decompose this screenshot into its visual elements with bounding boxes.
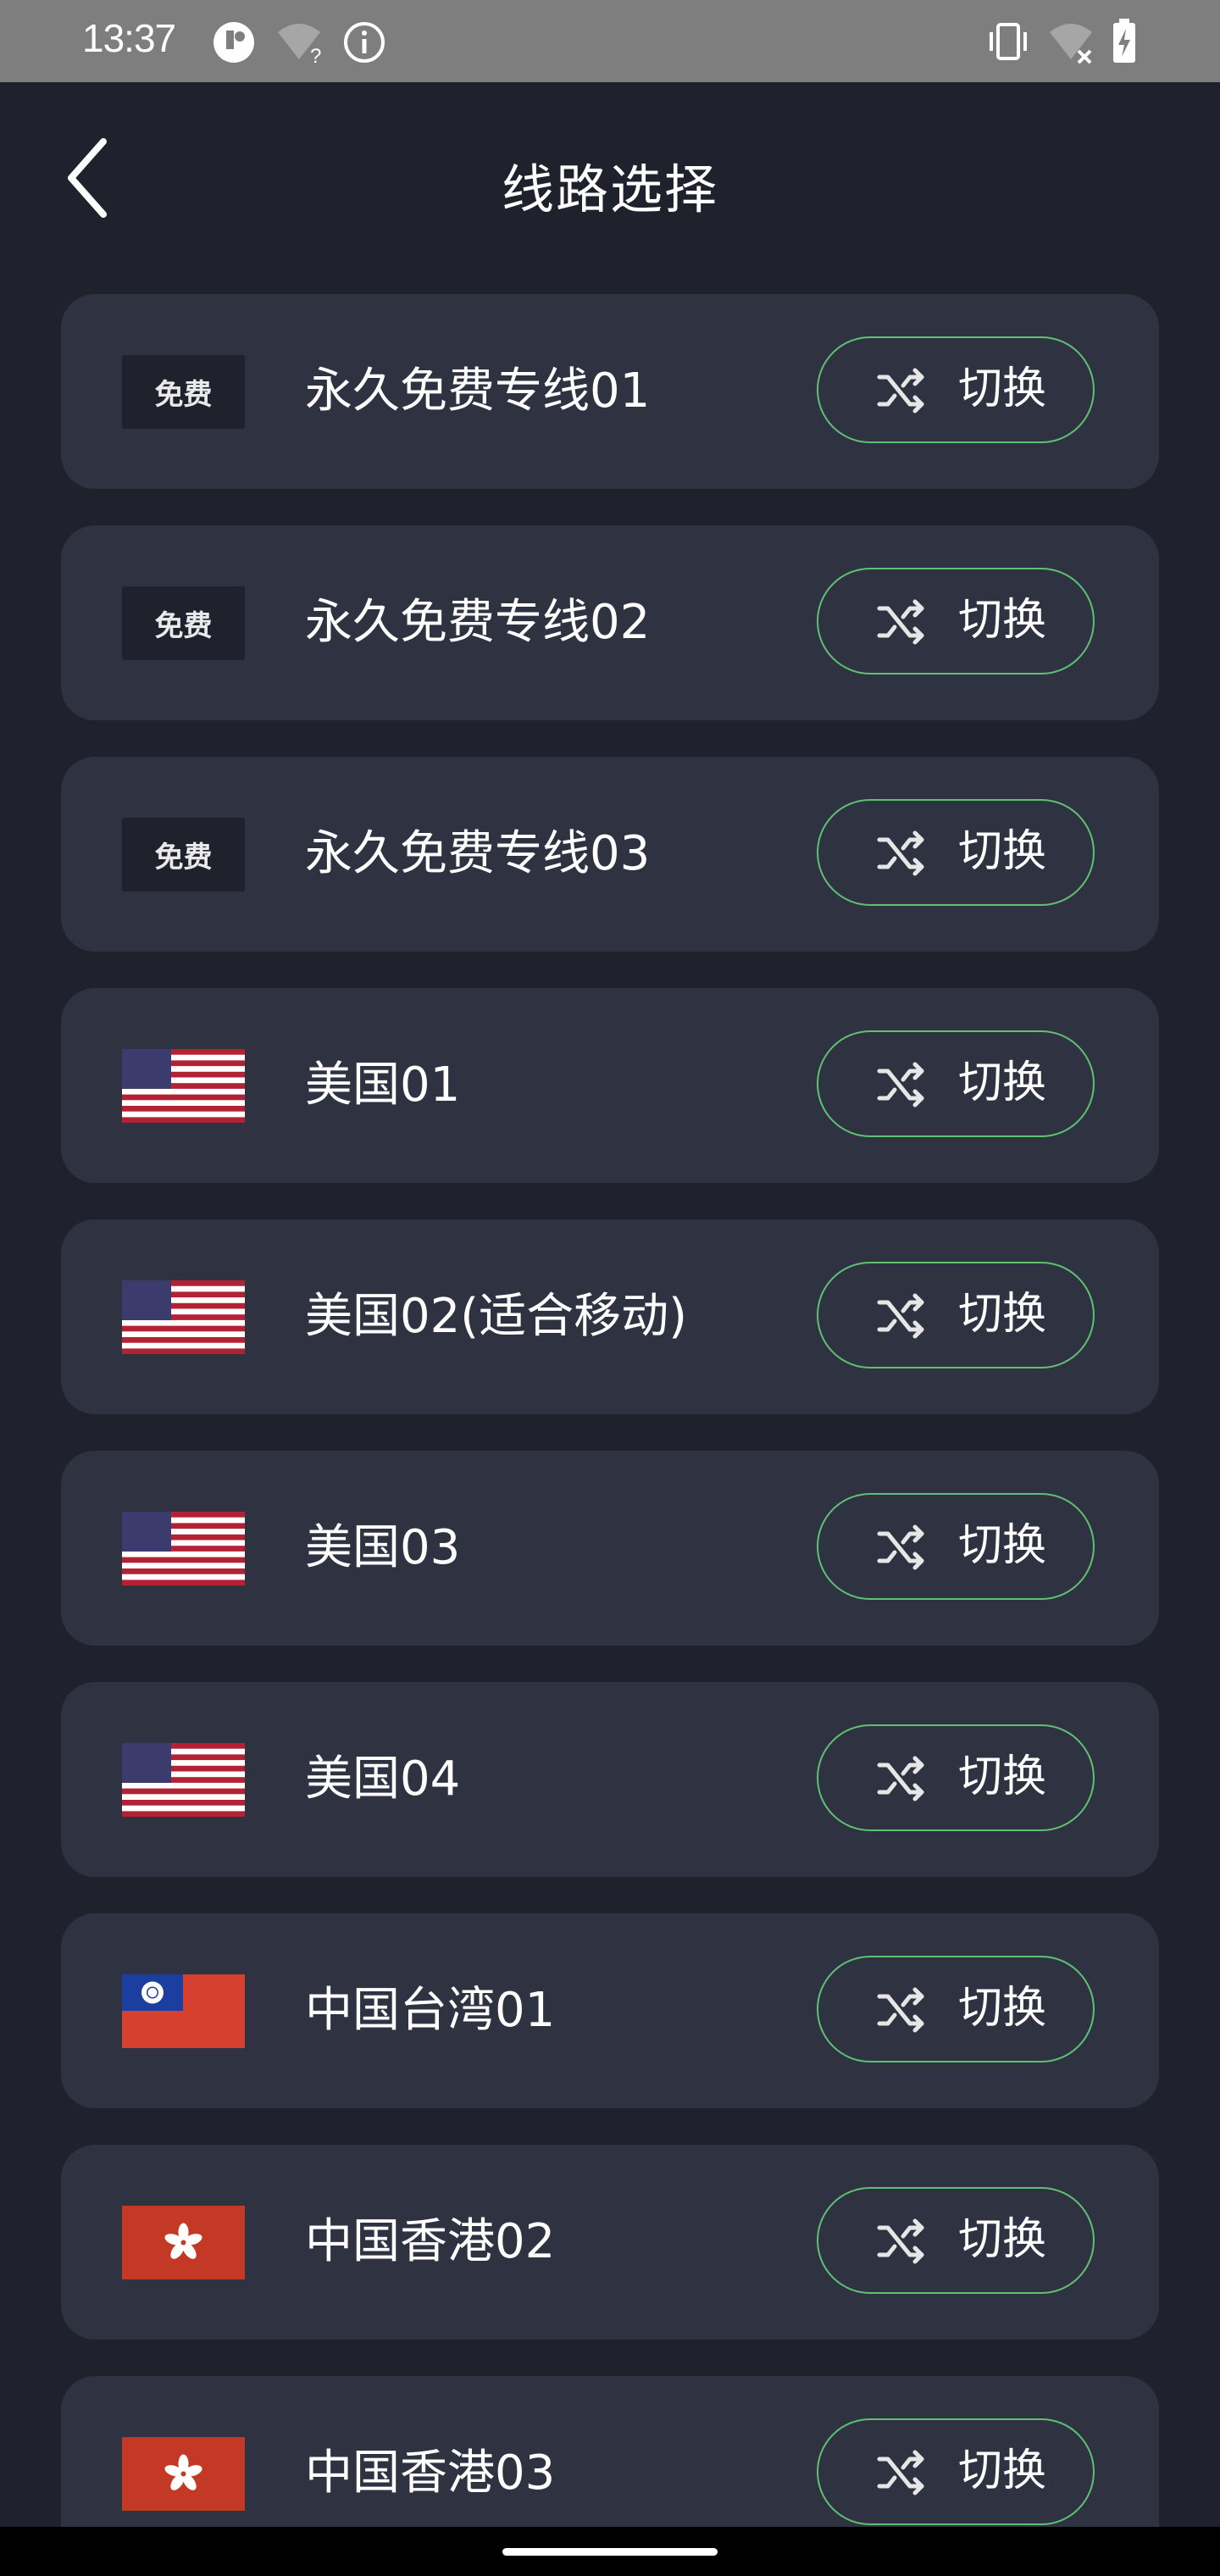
status-time: 13:37 [82,16,176,60]
switch-label: 切换 [958,1058,1047,1108]
page-title: 线路选择 [501,158,718,220]
shuffle-icon [877,1756,924,1802]
wifi-question-icon: ? [278,24,321,64]
shuffle-icon [877,1524,924,1570]
switch-button[interactable]: 切换 [817,1262,1095,1368]
route-name: 中国台湾01 [305,1983,556,2038]
route-row: 中国台湾01 切换 [61,1913,1159,2108]
switch-button[interactable]: 切换 [817,1493,1095,1600]
hongkong-flag-icon [122,2437,245,2511]
switch-label: 切换 [958,1752,1047,1802]
free-badge: 免费 [122,818,245,891]
route-row: 中国香港03 切换 [61,2376,1159,2527]
switch-button[interactable]: 切换 [817,568,1095,675]
shuffle-icon [877,1987,924,2033]
route-name: 美国01 [305,1058,461,1113]
shuffle-icon [877,830,924,876]
switch-label: 切换 [958,1520,1047,1571]
free-badge: 免费 [122,586,245,660]
status-bar: 13:37 ? [0,0,1220,82]
switch-button[interactable]: 切换 [817,1030,1095,1137]
route-row: 美国03 切换 [61,1451,1159,1646]
switch-button[interactable]: 切换 [817,1724,1095,1831]
us-flag-icon [122,1280,245,1354]
us-flag-icon [122,1512,245,1585]
shuffle-icon [877,2218,924,2264]
us-flag-icon [122,1743,245,1817]
shuffle-icon [877,1062,924,1108]
system-nav-bar [0,2527,1220,2576]
switch-label: 切换 [958,1289,1047,1340]
switch-label: 切换 [958,595,1047,646]
info-icon [344,22,385,63]
route-row: 美国01 切换 [61,988,1159,1183]
battery-charging-icon [1113,19,1135,63]
switch-button[interactable]: 切换 [817,336,1095,443]
switch-label: 切换 [958,2446,1047,2496]
wifi-off-icon [1050,24,1092,64]
switch-label: 切换 [958,364,1047,414]
route-name: 美国04 [305,1752,461,1807]
switch-label: 切换 [958,1983,1047,2034]
svg-text:?: ? [310,45,321,64]
home-indicator[interactable] [502,2548,718,2556]
shuffle-icon [877,599,924,645]
route-row: 免费 永久免费专线01 切换 [61,294,1159,489]
route-name: 美国03 [305,1520,461,1575]
shuffle-icon [877,1293,924,1339]
shuffle-icon [877,2450,924,2496]
route-row: 免费 永久免费专线02 切换 [61,525,1159,720]
shuffle-icon [877,368,924,414]
route-name: 中国香港02 [305,2214,556,2269]
switch-label: 切换 [958,826,1047,877]
route-name: 中国香港03 [305,2446,556,2501]
us-flag-icon [122,1049,245,1123]
header: 线路选择 [0,82,1220,286]
route-name: 美国02(适合移动) [305,1289,687,1344]
route-name: 永久免费专线02 [305,595,651,650]
route-list[interactable]: 免费 永久免费专线01 切换 免费 永久免费专线02 切换 免费 永久免费专线0… [61,294,1159,2527]
switch-button[interactable]: 切换 [817,1956,1095,2062]
route-row: 美国04 切换 [61,1682,1159,1877]
hongkong-flag-icon [122,2206,245,2279]
switch-label: 切换 [958,2214,1047,2265]
route-row: 中国香港02 切换 [61,2145,1159,2340]
route-name: 永久免费专线01 [305,364,651,419]
route-name: 永久免费专线03 [305,826,651,881]
route-row: 美国02(适合移动) 切换 [61,1219,1159,1414]
vibrate-icon [990,23,1027,60]
route-row: 免费 永久免费专线03 切换 [61,757,1159,952]
app-notification-icon [214,22,254,63]
free-badge: 免费 [122,355,245,429]
switch-button[interactable]: 切换 [817,799,1095,906]
switch-button[interactable]: 切换 [817,2418,1095,2525]
taiwan-flag-icon [122,1974,245,2048]
switch-button[interactable]: 切换 [817,2187,1095,2294]
